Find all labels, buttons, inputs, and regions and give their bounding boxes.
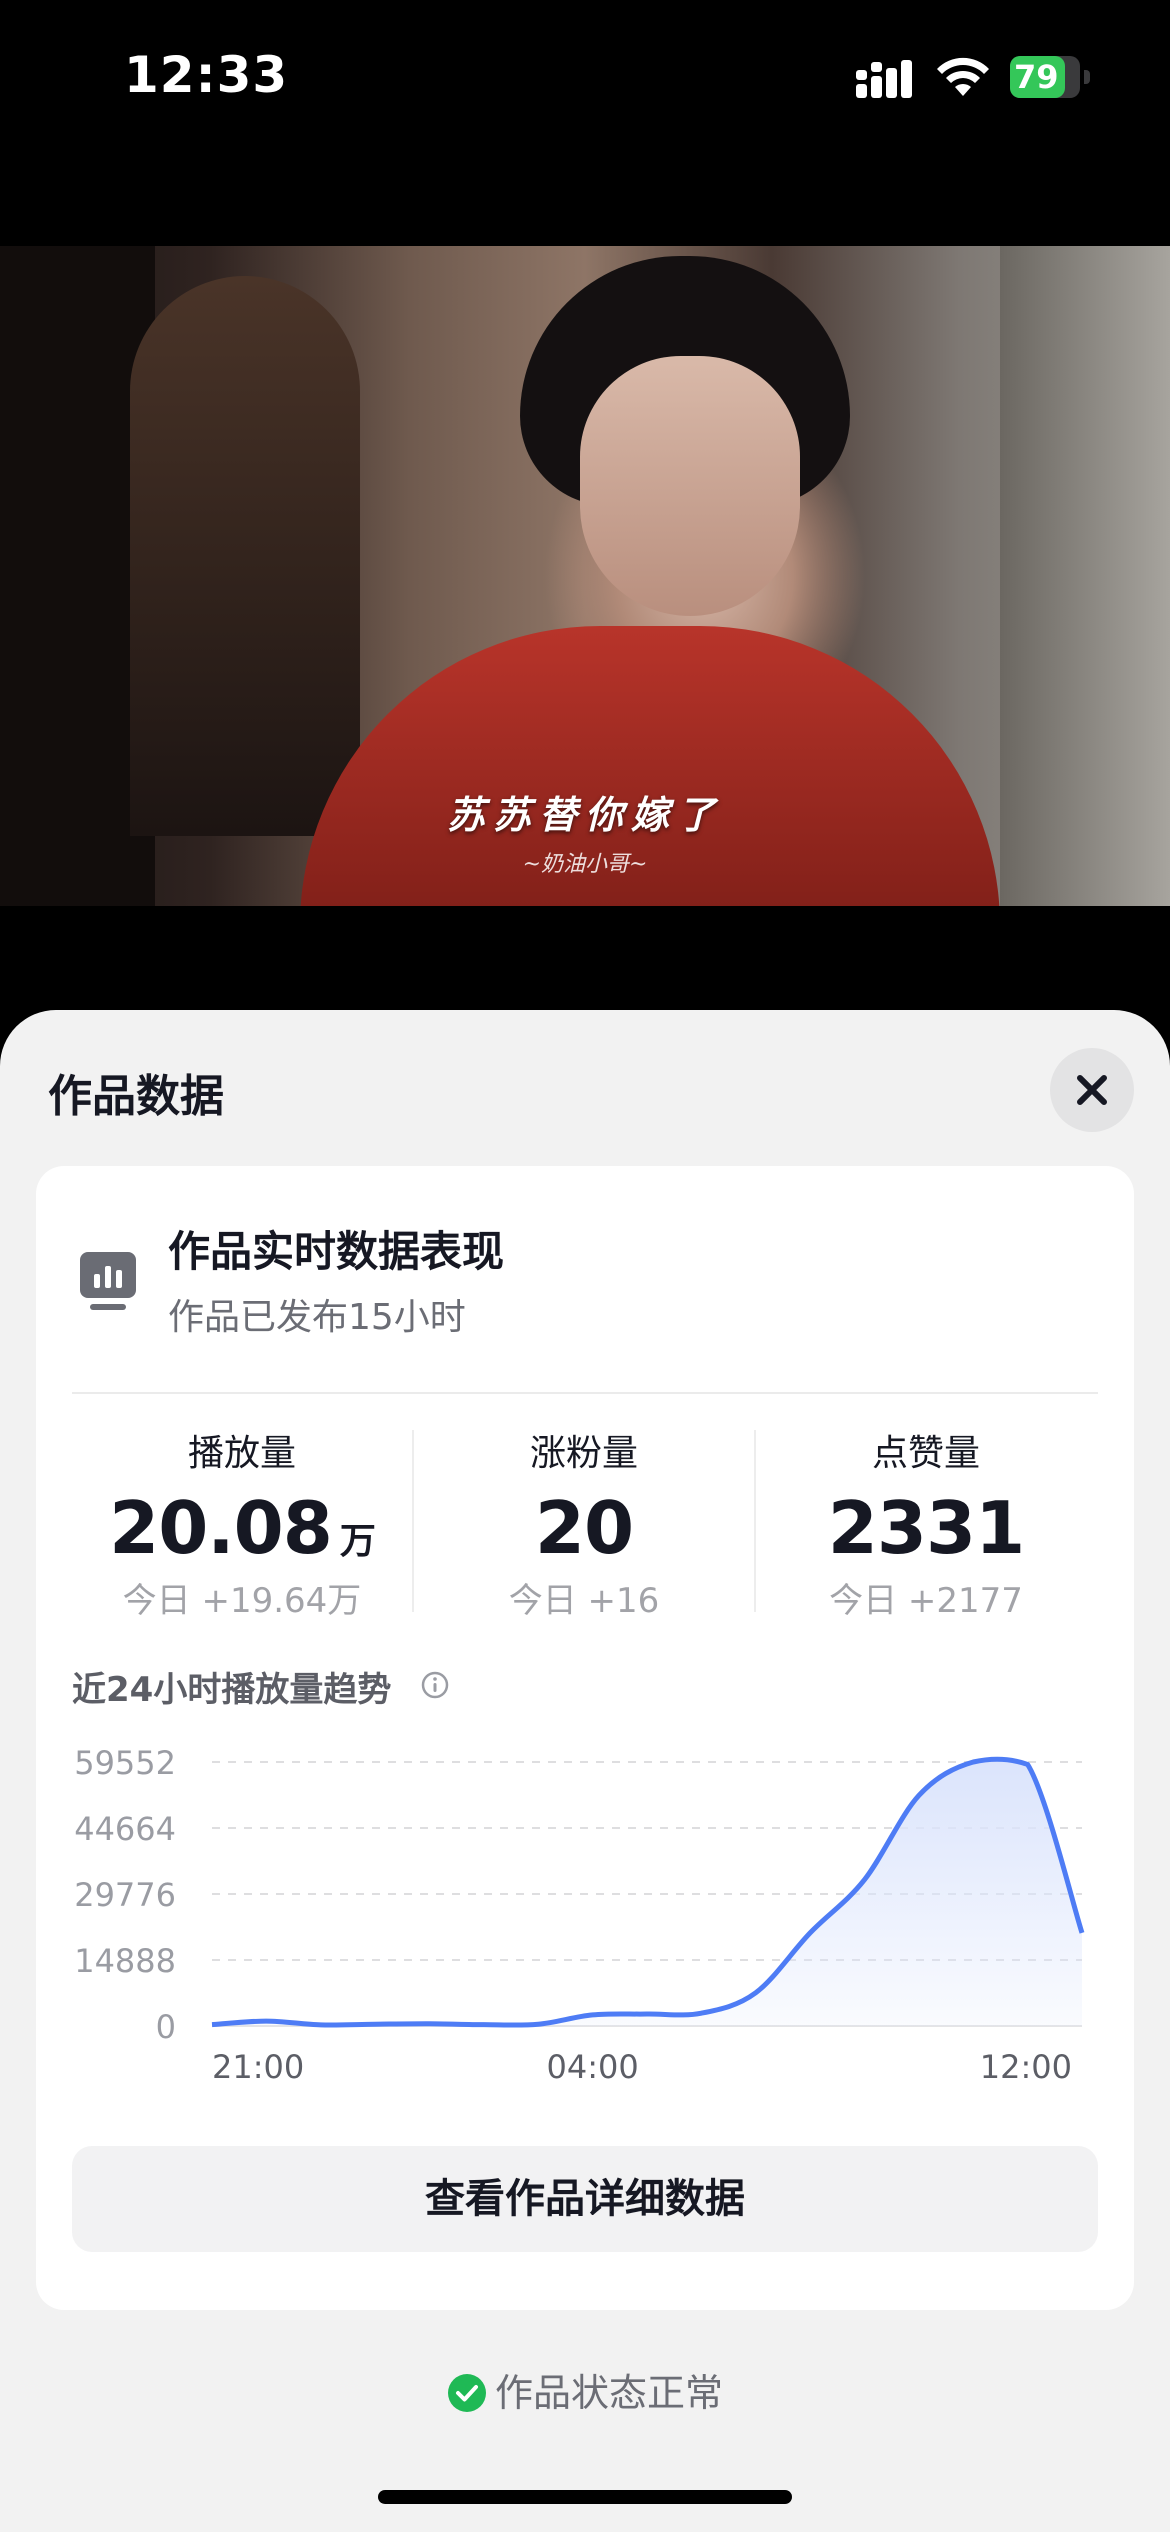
y-tick-label: 14888 [74, 1942, 176, 1980]
stat-label: 涨粉量 [529, 1433, 638, 1474]
stat-likes: 点赞量 2331 今日 +2177 [756, 1428, 1096, 1626]
work-data-sheet: 作品数据 作品实时数据表现 作品已发布15小时 播放量 20.08 万 今日 +1… [0, 1010, 1170, 2532]
stat-number: 20.08 [109, 1486, 333, 1570]
battery-indicator: 79 [1010, 56, 1090, 98]
divider [72, 1392, 1098, 1394]
y-tick-label: 0 [156, 2008, 176, 2046]
card-title: 作品实时数据表现 [168, 1227, 505, 1276]
info-icon[interactable] [420, 1670, 450, 1700]
sheet-title: 作品数据 [48, 1071, 224, 1122]
trend-area [212, 1759, 1082, 2026]
stat-plays: 播放量 20.08 万 今日 +19.64万 [72, 1428, 412, 1626]
close-button[interactable] [1050, 1048, 1134, 1132]
publish-age: 作品已发布15小时 [168, 1297, 466, 1338]
close-icon [1077, 1075, 1107, 1105]
stat-value: 20 [414, 1480, 754, 1576]
stat-label: 播放量 [187, 1433, 296, 1474]
y-tick-label: 29776 [74, 1876, 176, 1914]
stat-value: 20.08 万 [72, 1480, 412, 1576]
performance-card: 作品实时数据表现 作品已发布15小时 播放量 20.08 万 今日 +19.64万… [36, 1166, 1134, 2310]
stat-label: 点赞量 [871, 1433, 980, 1474]
x-tick-label: 04:00 [547, 2048, 639, 2086]
video-subtitle: 苏苏替你嫁了 [446, 792, 723, 837]
home-indicator [378, 2490, 792, 2504]
stat-followers: 涨粉量 20 今日 +16 [414, 1428, 754, 1626]
video-watermark: ~奶油小哥~ [522, 852, 648, 877]
x-tick-label: 21:00 [212, 2048, 304, 2086]
bar-chart-icon [80, 1252, 136, 1310]
stat-number: 2331 [827, 1486, 1025, 1570]
status-bar: 12:33 79 [0, 0, 1170, 150]
stat-unit: 万 [339, 1521, 376, 1562]
video-preview[interactable]: 苏苏替你嫁了 ~奶油小哥~ [0, 246, 1170, 906]
stat-value: 2331 [756, 1480, 1096, 1576]
stat-delta: 今日 +2177 [829, 1581, 1023, 1621]
work-status: 作品状态正常 [0, 2362, 1170, 2417]
x-tick-label: 12:00 [980, 2048, 1072, 2086]
trend-title: 近24小时播放量趋势 [72, 1670, 392, 1710]
cellular-signal-icon [856, 60, 912, 98]
stat-number: 20 [534, 1486, 634, 1570]
stat-delta: 今日 +16 [508, 1581, 660, 1621]
status-time: 12:33 [124, 46, 289, 104]
y-tick-label: 44664 [74, 1810, 176, 1848]
y-tick-label: 59552 [74, 1744, 176, 1782]
stat-delta: 今日 +19.64万 [122, 1581, 362, 1621]
view-detail-button[interactable]: 查看作品详细数据 [72, 2146, 1098, 2252]
battery-percent: 79 [1014, 58, 1059, 96]
status-text: 作品状态正常 [494, 2371, 723, 2415]
wifi-icon [937, 57, 989, 96]
check-circle-icon [447, 2374, 486, 2412]
